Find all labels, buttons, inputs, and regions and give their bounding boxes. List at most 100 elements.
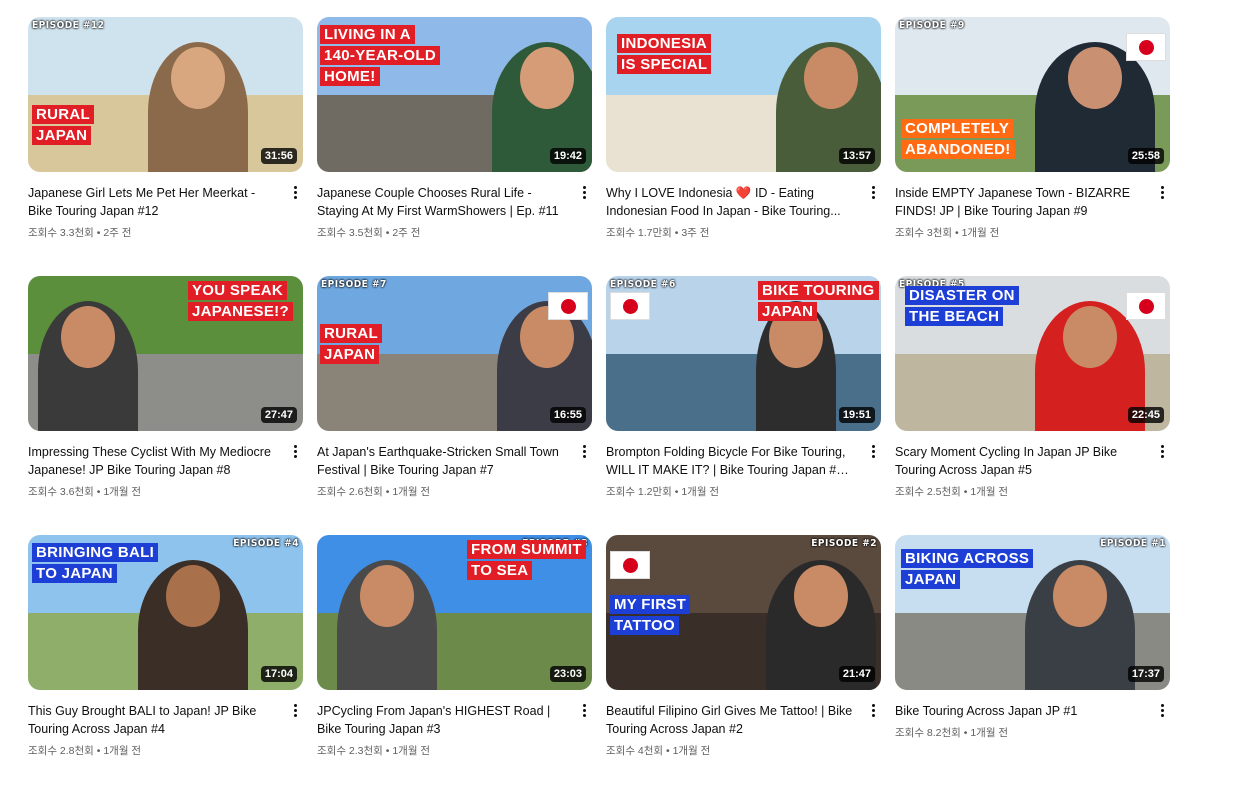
more-options-icon[interactable]	[287, 700, 303, 720]
video-card: EPISODE #9 COMPLETELY ABANDONED! 25:58 In…	[895, 17, 1170, 276]
more-options-icon[interactable]	[576, 182, 592, 202]
video-title[interactable]: JPCycling From Japan's HIGHEST Road | Bi…	[317, 702, 566, 738]
video-meta: Japanese Couple Chooses Rural Life - Sta…	[317, 172, 592, 240]
video-meta: Beautiful Filipino Girl Gives Me Tattoo!…	[606, 690, 881, 758]
video-thumbnail[interactable]: INDONESIA IS SPECIAL 13:57	[606, 17, 881, 172]
view-count: 조회수 3.5천회	[317, 227, 383, 239]
thumbnail-face	[1068, 47, 1122, 109]
video-duration: 16:55	[549, 407, 586, 423]
caption-line: JAPANESE!?	[188, 302, 293, 321]
video-meta: This Guy Brought BALI to Japan! JP Bike …	[28, 690, 303, 758]
video-duration: 31:56	[260, 148, 297, 164]
more-options-icon[interactable]	[1154, 700, 1170, 720]
caption-line: JAPAN	[901, 570, 961, 589]
video-title[interactable]: Why I LOVE Indonesia ❤️ ID - Eating Indo…	[606, 184, 855, 220]
more-options-icon[interactable]	[287, 182, 303, 202]
video-stats: 조회수 8.2천회 • 1개월 전	[895, 725, 1144, 740]
video-title[interactable]: Japanese Girl Lets Me Pet Her Meerkat - …	[28, 184, 277, 220]
video-duration: 19:42	[549, 148, 586, 164]
thumbnail-face	[1053, 565, 1107, 627]
view-count: 조회수 2.5천회	[895, 486, 961, 498]
video-grid: EPISODE #12 RURAL JAPAN 31:56 Japanese Gi…	[28, 17, 1170, 794]
video-duration: 17:37	[1127, 666, 1164, 682]
episode-label: EPISODE #7	[321, 279, 387, 290]
caption-line: MY FIRST	[610, 595, 691, 614]
caption-line: BIKE TOURING	[758, 281, 879, 300]
more-options-icon[interactable]	[287, 441, 303, 461]
caption-line: YOU SPEAK	[188, 281, 288, 300]
video-thumbnail[interactable]: EPISODE #4 BRINGING BALI TO JAPAN 17:04	[28, 535, 303, 690]
video-thumbnail[interactable]: EPISODE #1 BIKING ACROSS JAPAN 17:37	[895, 535, 1170, 690]
caption-line: BIKING ACROSS	[901, 549, 1034, 568]
video-duration: 17:04	[260, 666, 297, 682]
video-stats: 조회수 3.6천회 • 1개월 전	[28, 484, 277, 499]
video-title[interactable]: Brompton Folding Bicycle For Bike Tourin…	[606, 443, 855, 479]
thumbnail-caption: YOU SPEAK JAPANESE!?	[188, 281, 293, 323]
video-title[interactable]: This Guy Brought BALI to Japan! JP Bike …	[28, 702, 277, 738]
caption-line: JAPAN	[32, 126, 92, 145]
video-card: EPISODE #2 MY FIRST TATTOO 21:47 Beautifu…	[606, 535, 881, 794]
thumbnail-face	[794, 565, 848, 627]
japan-flag-icon	[1126, 292, 1166, 320]
stats-separator: •	[960, 486, 971, 498]
caption-line: 140-YEAR-OLD	[320, 46, 440, 65]
more-options-icon[interactable]	[865, 700, 881, 720]
view-count: 조회수 1.2만회	[606, 486, 672, 498]
more-options-icon[interactable]	[1154, 182, 1170, 202]
video-duration: 25:58	[1127, 148, 1164, 164]
video-thumbnail[interactable]: EPISODE #12 RURAL JAPAN 31:56	[28, 17, 303, 172]
video-thumbnail[interactable]: EPISODE #9 COMPLETELY ABANDONED! 25:58	[895, 17, 1170, 172]
more-options-icon[interactable]	[1154, 441, 1170, 461]
more-options-icon[interactable]	[865, 441, 881, 461]
thumbnail-face	[61, 306, 115, 368]
caption-line: FROM SUMMIT	[467, 540, 586, 559]
more-options-icon[interactable]	[576, 441, 592, 461]
video-meta: Brompton Folding Bicycle For Bike Tourin…	[606, 431, 881, 499]
video-thumbnail[interactable]: YOU SPEAK JAPANESE!? 27:47	[28, 276, 303, 431]
video-meta: Impressing These Cyclist With My Mediocr…	[28, 431, 303, 499]
video-thumbnail[interactable]: LIVING IN A 140-YEAR-OLD HOME! 19:42	[317, 17, 592, 172]
video-stats: 조회수 2.3천회 • 1개월 전	[317, 743, 566, 758]
caption-line: IS SPECIAL	[617, 55, 712, 74]
video-title[interactable]: Bike Touring Across Japan JP #1	[895, 702, 1144, 720]
thumbnail-face	[520, 47, 574, 109]
japan-flag-icon	[1126, 33, 1166, 61]
thumbnail-face	[804, 47, 858, 109]
thumbnail-caption: FROM SUMMIT TO SEA	[467, 540, 586, 582]
view-count: 조회수 3.6천회	[28, 486, 94, 498]
video-title[interactable]: Scary Moment Cycling In Japan JP Bike To…	[895, 443, 1144, 479]
video-thumbnail[interactable]: EPISODE #7 RURAL JAPAN 16:55	[317, 276, 592, 431]
caption-line: ABANDONED!	[901, 140, 1015, 159]
video-stats: 조회수 3.3천회 • 2주 전	[28, 225, 277, 240]
more-options-icon[interactable]	[865, 182, 881, 202]
video-stats: 조회수 3.5천회 • 2주 전	[317, 225, 566, 240]
stats-separator: •	[93, 745, 104, 757]
video-thumbnail[interactable]: EPISODE #3 FROM SUMMITTO SEA 23:03	[317, 535, 592, 690]
thumbnail-caption: BIKING ACROSS JAPAN	[901, 549, 1034, 591]
caption-line: COMPLETELY	[901, 119, 1014, 138]
thumbnail-face	[1063, 306, 1117, 368]
stats-separator: •	[382, 227, 393, 239]
video-thumbnail[interactable]: EPISODE #6 BIKE TOURING JAPAN 19:51	[606, 276, 881, 431]
video-duration: 23:03	[549, 666, 586, 682]
video-thumbnail[interactable]: EPISODE #2 MY FIRST TATTOO 21:47	[606, 535, 881, 690]
view-count: 조회수 3.3천회	[28, 227, 94, 239]
video-title[interactable]: Japanese Couple Chooses Rural Life - Sta…	[317, 184, 566, 220]
video-thumbnail[interactable]: EPISODE #5 DISASTER ON THE BEACH 22:45	[895, 276, 1170, 431]
upload-age: 2주 전	[392, 227, 421, 239]
video-card: EPISODE #3 FROM SUMMITTO SEA 23:03 JPCyc…	[317, 535, 592, 794]
video-title[interactable]: Impressing These Cyclist With My Mediocr…	[28, 443, 277, 479]
view-count: 조회수 1.7만회	[606, 227, 672, 239]
video-title[interactable]: Inside EMPTY Japanese Town - BIZARRE FIN…	[895, 184, 1144, 220]
caption-line: RURAL	[32, 105, 94, 124]
upload-age: 1개월 전	[392, 486, 431, 498]
caption-line: THE BEACH	[905, 307, 1004, 326]
caption-line: TO SEA	[467, 561, 533, 580]
video-title[interactable]: At Japan's Earthquake-Stricken Small Tow…	[317, 443, 566, 479]
video-stats: 조회수 1.2만회 • 1개월 전	[606, 484, 855, 499]
upload-age: 1개월 전	[970, 727, 1009, 739]
more-options-icon[interactable]	[576, 700, 592, 720]
caption-line: DISASTER ON	[905, 286, 1019, 305]
video-title[interactable]: Beautiful Filipino Girl Gives Me Tattoo!…	[606, 702, 855, 738]
upload-age: 1개월 전	[103, 745, 142, 757]
